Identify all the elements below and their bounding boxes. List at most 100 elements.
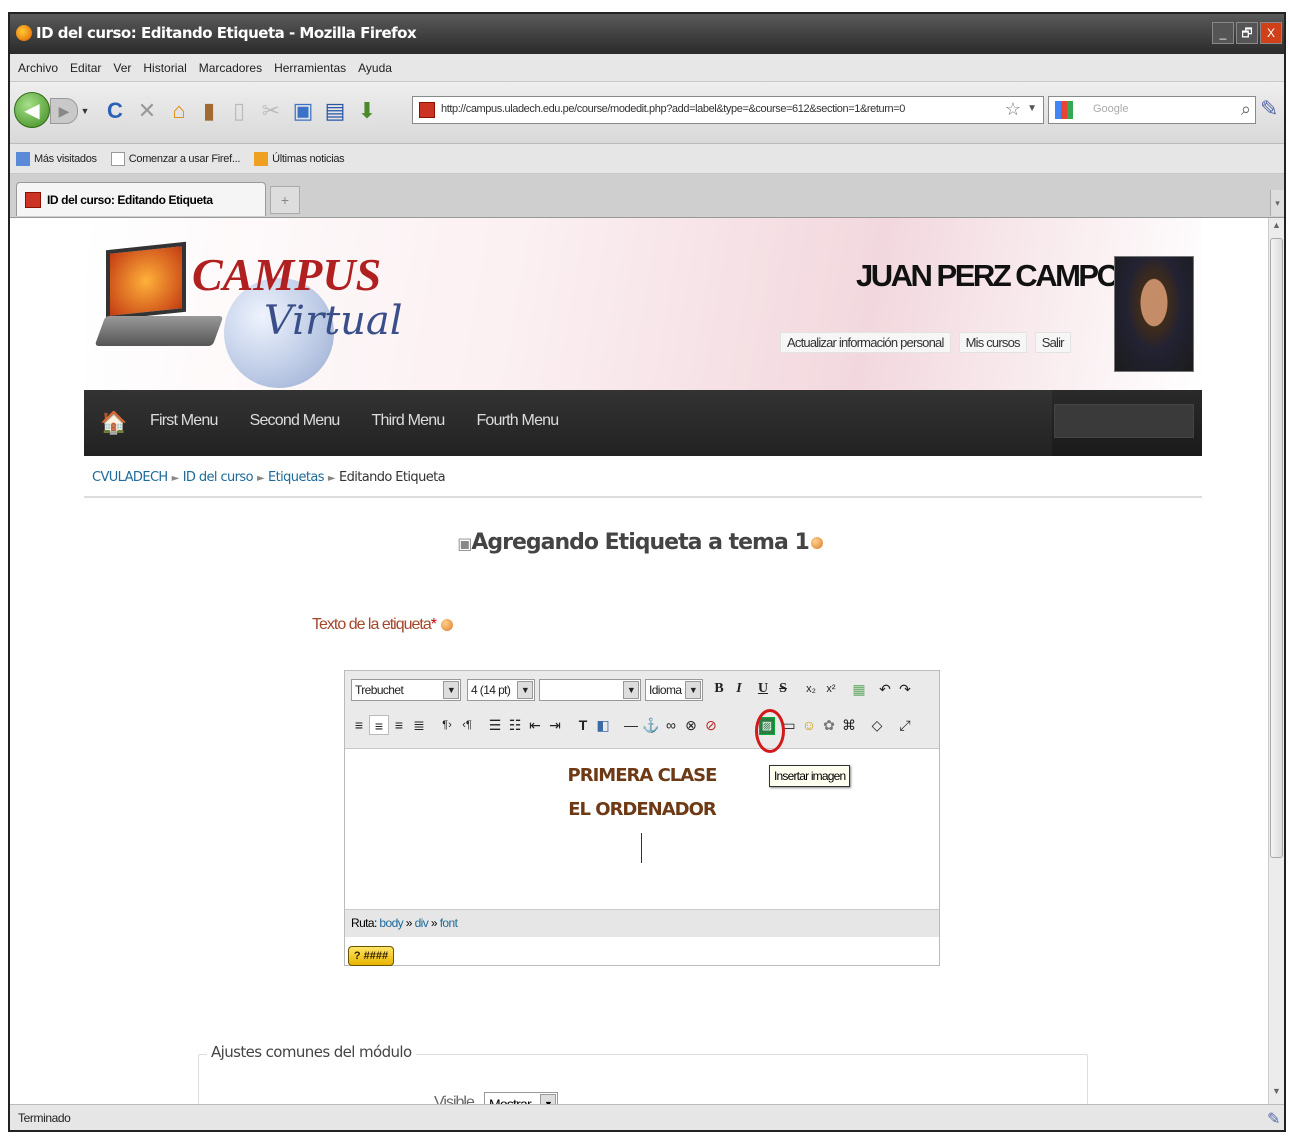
nav-third-menu[interactable]: Third Menu: [372, 412, 446, 430]
breadcrumb-course[interactable]: ID del curso: [183, 470, 254, 485]
history-dropdown-icon[interactable]: ▼: [80, 104, 90, 118]
address-bar[interactable]: http://campus.uladech.edu.pe/course/mode…: [412, 96, 1044, 124]
back-button[interactable]: ◀: [14, 92, 50, 128]
redo-icon[interactable]: ↷: [895, 679, 915, 699]
undo-icon[interactable]: ↶: [875, 679, 895, 699]
bookmark-page-icon[interactable]: ▤: [322, 98, 348, 124]
nav-second-menu[interactable]: Second Menu: [250, 412, 341, 430]
new-tab-button[interactable]: +: [270, 186, 300, 214]
nolink-icon[interactable]: ⊘: [701, 715, 721, 735]
copy-icon[interactable]: ▯: [226, 98, 252, 124]
tab-active[interactable]: ID del curso: Editando Etiqueta: [16, 182, 266, 216]
clipboard-icon[interactable]: ▮: [196, 98, 222, 124]
menu-archivo[interactable]: Archivo: [18, 61, 58, 75]
help-icon[interactable]: [441, 618, 454, 631]
font-size-select[interactable]: 4 (14 pt) ▼: [467, 679, 535, 701]
html-source-icon[interactable]: ◇: [867, 715, 887, 735]
new-window-icon[interactable]: ▣: [290, 98, 316, 124]
search-box[interactable]: Google ⌕: [1048, 96, 1256, 124]
reload-icon[interactable]: C: [102, 98, 128, 124]
logout-link[interactable]: Salir: [1034, 332, 1071, 353]
anchor-icon[interactable]: ⚓: [641, 715, 661, 735]
menu-marcadores[interactable]: Marcadores: [199, 61, 262, 75]
fieldset-legend[interactable]: Ajustes comunes del módulo: [207, 1043, 416, 1061]
home-icon[interactable]: 🏠: [100, 410, 127, 436]
special-char-icon[interactable]: ✿: [819, 715, 839, 735]
menu-ver[interactable]: Ver: [113, 61, 131, 75]
justify-icon[interactable]: ≣: [409, 715, 429, 735]
menu-herramientas[interactable]: Herramientas: [274, 61, 346, 75]
tab-list-icon[interactable]: ▾: [1270, 190, 1284, 216]
rtl-icon[interactable]: ‹¶: [457, 715, 477, 735]
scroll-down-icon[interactable]: ▼: [1269, 1086, 1284, 1102]
user-avatar[interactable]: [1114, 256, 1194, 372]
downloads-icon[interactable]: ⬇: [354, 98, 380, 124]
subscript-icon[interactable]: x₂: [801, 679, 821, 699]
ltr-icon[interactable]: ¶›: [437, 715, 457, 735]
feather-icon[interactable]: ✎: [1260, 96, 1278, 122]
indent-icon[interactable]: ⇥: [545, 715, 565, 735]
content-line-2[interactable]: EL ORDENADOR: [345, 799, 939, 820]
search-placeholder[interactable]: Google: [1093, 103, 1128, 115]
star-icon[interactable]: ☆: [1005, 99, 1021, 120]
my-courses-link[interactable]: Mis cursos: [958, 332, 1027, 353]
menu-editar[interactable]: Editar: [70, 61, 101, 75]
horizontal-rule-icon[interactable]: —: [621, 715, 641, 735]
italic-icon[interactable]: I: [729, 679, 749, 699]
unlink-icon[interactable]: ⊗: [681, 715, 701, 735]
font-family-select[interactable]: Trebuchet ▼: [351, 679, 461, 701]
bookmark-ultimas-noticias[interactable]: Últimas noticias: [254, 151, 345, 166]
nav-fourth-menu[interactable]: Fourth Menu: [476, 412, 559, 430]
editor-help-button[interactable]: ? ####: [348, 946, 394, 966]
stop-icon[interactable]: ✕: [134, 98, 160, 124]
close-button[interactable]: X: [1260, 22, 1282, 44]
bookmark-comenzar[interactable]: Comenzar a usar Firef...: [110, 151, 240, 166]
breadcrumb-home[interactable]: CVULADECH: [92, 470, 168, 485]
vertical-scrollbar[interactable]: ▲ ▼: [1268, 218, 1284, 1104]
minimize-button[interactable]: _: [1212, 22, 1234, 44]
url-text[interactable]: http://campus.uladech.edu.pe/course/mode…: [441, 103, 905, 115]
google-icon[interactable]: [1055, 101, 1073, 119]
help-icon[interactable]: [810, 537, 823, 549]
unordered-list-icon[interactable]: ☷: [505, 715, 525, 735]
logo-campus[interactable]: CAMPUS: [192, 248, 381, 301]
bold-icon[interactable]: B: [709, 679, 729, 699]
menu-historial[interactable]: Historial: [143, 61, 186, 75]
ordered-list-icon[interactable]: ☰: [485, 715, 505, 735]
bookmark-mas-visitados[interactable]: Más visitados: [16, 151, 97, 166]
menu-ayuda[interactable]: Ayuda: [358, 61, 392, 75]
nav-search-box[interactable]: [1054, 404, 1194, 438]
search-icon[interactable]: ⌕: [1241, 99, 1251, 120]
outdent-icon[interactable]: ⇤: [525, 715, 545, 735]
format-select[interactable]: ▼: [539, 679, 641, 701]
scroll-thumb[interactable]: [1270, 238, 1283, 858]
home-icon[interactable]: ⌂: [166, 98, 192, 124]
path-font[interactable]: font: [440, 916, 458, 930]
breadcrumb-labels[interactable]: Etiquetas: [268, 470, 324, 485]
update-profile-link[interactable]: Actualizar información personal: [780, 332, 951, 353]
clean-word-icon[interactable]: ▦: [849, 679, 869, 699]
cut-icon[interactable]: ✂: [258, 98, 284, 124]
search-replace-icon[interactable]: ⌘: [839, 715, 859, 735]
align-left-icon[interactable]: ≡: [349, 715, 369, 735]
smiley-icon[interactable]: ☺: [799, 715, 819, 735]
underline-icon[interactable]: U: [753, 679, 773, 699]
link-icon[interactable]: ∞: [661, 715, 681, 735]
superscript-icon[interactable]: x²: [821, 679, 841, 699]
forward-button[interactable]: ▶: [50, 98, 78, 124]
nav-first-menu[interactable]: First Menu: [150, 412, 218, 430]
align-center-icon[interactable]: ≡: [369, 715, 389, 735]
visible-select[interactable]: Mostrar ▼: [484, 1092, 558, 1104]
align-right-icon[interactable]: ≡: [389, 715, 409, 735]
background-color-icon[interactable]: ◧: [593, 715, 613, 735]
fullscreen-icon[interactable]: ⤢: [895, 715, 915, 735]
scroll-up-icon[interactable]: ▲: [1269, 220, 1284, 236]
url-dropdown-icon[interactable]: ▼: [1027, 103, 1037, 114]
path-div[interactable]: div: [415, 916, 429, 930]
logo-virtual[interactable]: Virtual: [264, 298, 403, 344]
text-color-icon[interactable]: T: [573, 715, 593, 735]
path-body[interactable]: body: [379, 916, 403, 930]
language-select[interactable]: Idioma ▼: [645, 679, 703, 701]
strikethrough-icon[interactable]: S: [773, 679, 793, 699]
maximize-button[interactable]: 🗗: [1236, 22, 1258, 44]
